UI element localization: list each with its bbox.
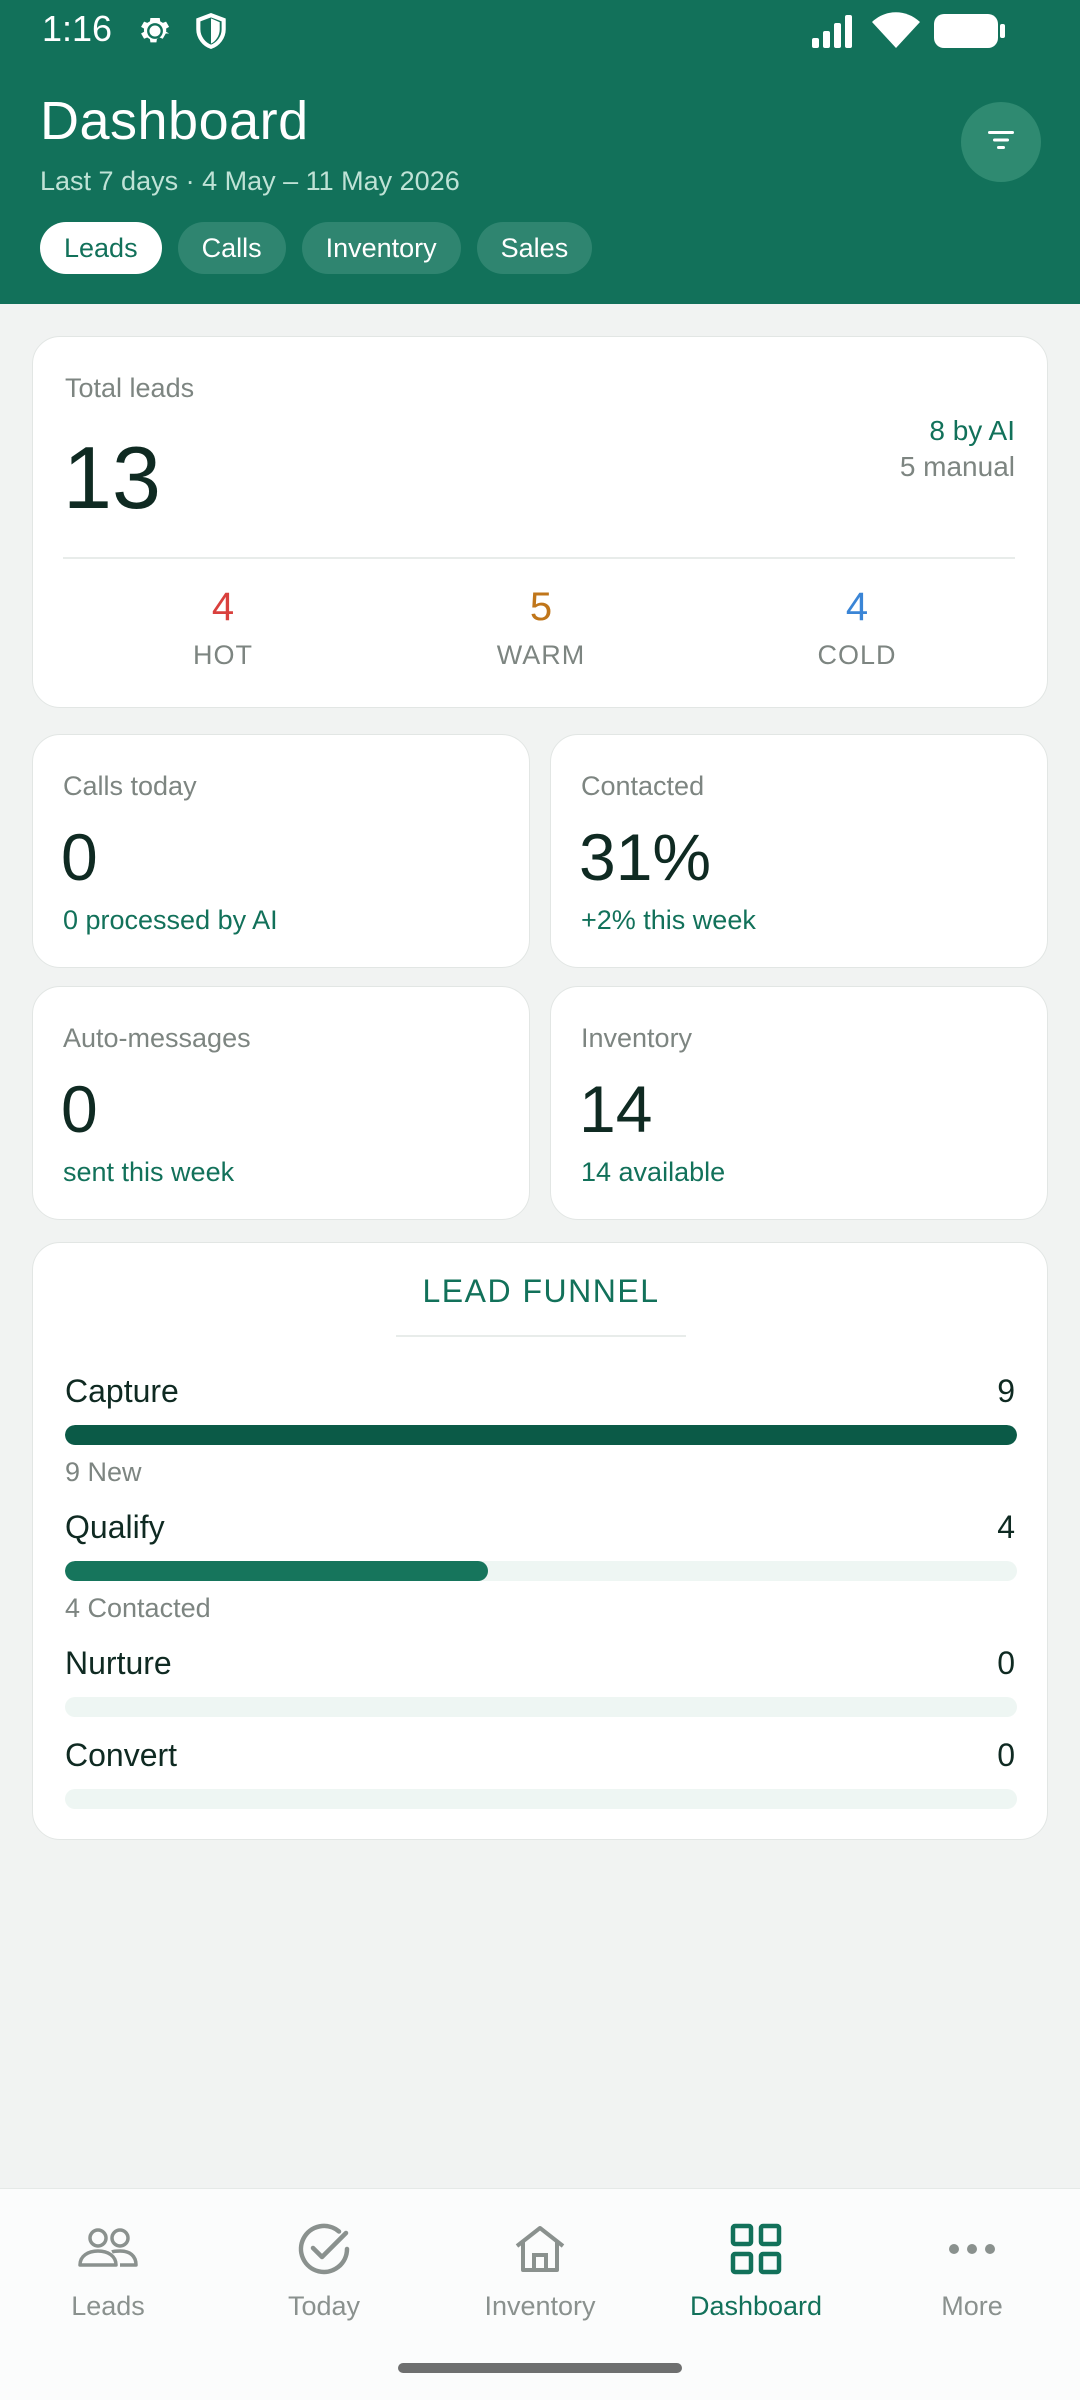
funnel-stage-capture-note: 9 New: [65, 1457, 142, 1487]
warm-leads-label: WARM: [496, 640, 586, 670]
auto-messages-card[interactable]: Auto-messages 0 sent this week: [32, 986, 530, 1220]
cold-leads[interactable]: 4 COLD: [757, 585, 957, 671]
nav-today-label: Today: [287, 2291, 361, 2321]
nav-dashboard-label: Dashboard: [689, 2291, 823, 2321]
nav-leads-label: Leads: [71, 2291, 145, 2321]
status-bar: 1:16: [0, 0, 1080, 64]
funnel-stage-qualify-track: [65, 1561, 1017, 1581]
funnel-stage-convert-count: 0: [997, 1737, 1015, 1773]
auto-messages-label: Auto-messages: [63, 1023, 251, 1053]
calls-today-value: 0: [61, 820, 98, 894]
leads-by-ai: 8 by AI: [929, 415, 1015, 446]
calls-today-sub: 0 processed by AI: [63, 905, 278, 935]
wifi-icon: [872, 12, 920, 53]
inventory-sub: 14 available: [581, 1157, 726, 1187]
total-leads-label: Total leads: [65, 373, 195, 403]
filter-icon: [986, 129, 1016, 156]
warm-leads[interactable]: 5 WARM: [441, 585, 641, 671]
funnel-stage-qualify-count: 4: [997, 1509, 1015, 1545]
funnel-title-underline: [396, 1335, 686, 1337]
total-leads-value: 13: [63, 428, 161, 527]
hot-leads-value: 4: [211, 585, 235, 629]
category-chips: Leads Calls Inventory Sales: [40, 222, 593, 274]
contacted-value: 31%: [579, 820, 712, 894]
dashboard-grid-icon: [648, 2219, 864, 2279]
funnel-stage-nurture-name: Nurture: [65, 1645, 172, 1681]
filter-button[interactable]: [961, 102, 1041, 182]
auto-messages-value: 0: [61, 1072, 98, 1146]
nav-more-label: More: [941, 2291, 1003, 2321]
leads-manual: 5 manual: [899, 451, 1015, 482]
chip-inventory[interactable]: Inventory: [301, 222, 461, 274]
cold-leads-label: COLD: [817, 640, 897, 670]
status-time: 1:16: [42, 8, 113, 49]
signal-icon: [812, 14, 860, 53]
contacted-sub: +2% this week: [581, 905, 756, 935]
chip-sales[interactable]: Sales: [476, 222, 593, 274]
funnel-stage-capture-count: 9: [997, 1373, 1015, 1409]
inventory-card[interactable]: Inventory 14 14 available: [550, 986, 1048, 1220]
date-range: Last 7 days · 4 May – 11 May 2026: [40, 166, 460, 196]
people-icon: [0, 2219, 216, 2279]
inventory-label: Inventory: [581, 1023, 693, 1053]
chip-leads[interactable]: Leads: [40, 222, 162, 274]
inventory-value: 14: [579, 1072, 653, 1146]
contacted-card[interactable]: Contacted 31% +2% this week: [550, 734, 1048, 968]
lead-funnel-card: LEAD FUNNEL Capture 9 9 New Qualify 4 4 …: [32, 1242, 1048, 1840]
hot-leads[interactable]: 4 HOT: [123, 585, 323, 671]
funnel-stage-capture-bar: [65, 1425, 1017, 1445]
funnel-stage-nurture-track: [65, 1697, 1017, 1717]
funnel-stage-nurture-count: 0: [997, 1645, 1015, 1681]
nav-leads[interactable]: Leads: [0, 2219, 216, 2322]
funnel-title: LEAD FUNNEL: [422, 1273, 660, 1309]
funnel-stage-qualify-note: 4 Contacted: [65, 1593, 211, 1623]
shield-icon: [194, 12, 228, 55]
home-icon: [432, 2219, 648, 2279]
more-dots-icon: [864, 2219, 1080, 2279]
funnel-stage-qualify-bar: [65, 1561, 488, 1581]
total-leads-card[interactable]: Total leads 13 8 by AI 5 manual 4 HOT 5 …: [32, 336, 1048, 708]
nav-today[interactable]: Today: [216, 2219, 432, 2322]
check-circle-icon: [216, 2219, 432, 2279]
funnel-stage-convert-name: Convert: [65, 1737, 178, 1773]
calls-today-card[interactable]: Calls today 0 0 processed by AI: [32, 734, 530, 968]
funnel-stage-convert-track: [65, 1789, 1017, 1809]
contacted-label: Contacted: [581, 771, 705, 801]
funnel-stage-qualify-name: Qualify: [65, 1509, 165, 1545]
warm-leads-value: 5: [529, 585, 553, 629]
battery-icon: [934, 14, 1006, 53]
chip-calls[interactable]: Calls: [177, 222, 286, 274]
funnel-stage-capture-track: [65, 1425, 1017, 1445]
hot-leads-label: HOT: [193, 640, 253, 670]
app-header: 1:16 Dashboard Last 7 days · 4 May – 11 …: [0, 0, 1080, 304]
gear-icon: [136, 12, 174, 55]
divider: [63, 557, 1015, 559]
cold-leads-value: 4: [845, 585, 869, 629]
home-indicator[interactable]: [398, 2363, 682, 2373]
nav-inventory[interactable]: Inventory: [432, 2219, 648, 2322]
funnel-stage-capture-name: Capture: [65, 1373, 179, 1409]
nav-inventory-label: Inventory: [484, 2291, 596, 2321]
nav-dashboard[interactable]: Dashboard: [648, 2219, 864, 2322]
auto-messages-sub: sent this week: [63, 1157, 235, 1187]
page-title: Dashboard: [40, 91, 309, 151]
nav-more[interactable]: More: [864, 2219, 1080, 2322]
calls-today-label: Calls today: [63, 771, 197, 801]
